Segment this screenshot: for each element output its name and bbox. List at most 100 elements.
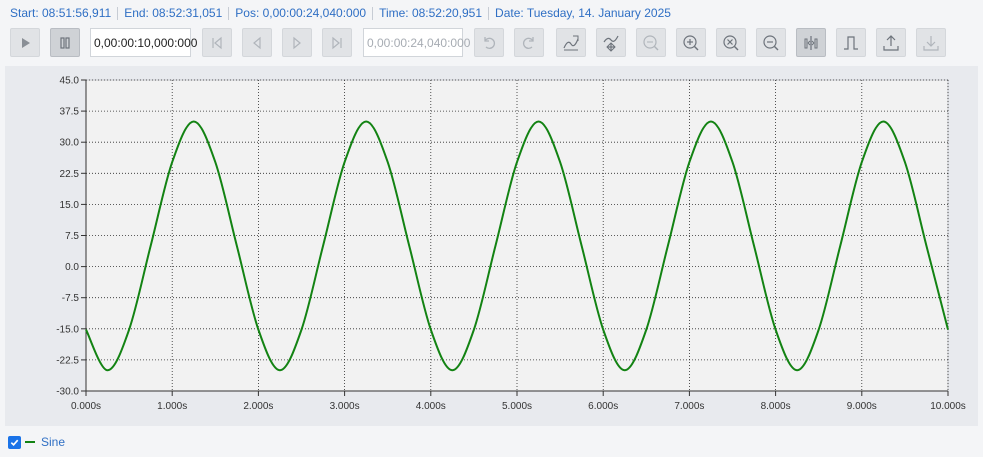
cursor-icon: [804, 35, 818, 50]
x-tick-label: 8.000s: [761, 401, 791, 412]
pause-button[interactable]: [50, 28, 80, 57]
x-tick-label: 4.000s: [416, 401, 446, 412]
play-button[interactable]: [10, 28, 40, 57]
data-point: [279, 370, 280, 371]
data-point: [495, 245, 496, 246]
data-point: [797, 370, 798, 371]
position-input[interactable]: 0,00:00:24,040:000: [363, 28, 470, 57]
y-tick-label: 15.0: [60, 200, 80, 211]
y-tick-label: -22.5: [56, 355, 79, 366]
data-point: [732, 162, 733, 163]
data-point: [516, 162, 517, 163]
y-tick-label: -15.0: [56, 324, 79, 335]
data-point: [387, 162, 388, 163]
series-swatch: [25, 441, 35, 443]
skip-to-start-button[interactable]: [202, 28, 232, 57]
data-point: [366, 121, 367, 122]
data-point: [947, 329, 948, 330]
skip-to-end-button[interactable]: [322, 28, 352, 57]
position-readout: Pos: 0,00:00:24,040:000: [235, 6, 367, 20]
undo-button[interactable]: [474, 28, 504, 57]
date-readout: Date: Tuesday, 14. January 2025: [495, 6, 671, 20]
end-time: End: 08:52:31,051: [124, 6, 223, 20]
scroll-mode-button[interactable]: [556, 28, 586, 57]
zoom-horizontal-icon: [643, 34, 659, 50]
start-time: Start: 08:51:56,911: [10, 6, 112, 20]
data-point: [581, 245, 582, 246]
data-point: [193, 121, 194, 122]
series-visibility-checkbox[interactable]: [8, 435, 21, 449]
skip-start-icon: [212, 36, 222, 49]
x-tick-label: 5.000s: [502, 401, 532, 412]
x-tick-label: 10.000s: [930, 401, 966, 412]
step-back-button[interactable]: [242, 28, 272, 57]
data-point: [753, 245, 754, 246]
chart[interactable]: 45.0 37.5 30.0 22.5 15.0 7.5 0.0 -7.5 -15.0 -22.5…: [5, 66, 978, 426]
redo-icon: [523, 36, 534, 49]
scroll-chart-icon: [563, 35, 579, 50]
skip-end-icon: [332, 36, 342, 49]
chart-panel[interactable]: 45.0 37.5 30.0 22.5 15.0 7.5 0.0 -7.5 -15.0 -22.5…: [5, 66, 978, 426]
pan-mode-button[interactable]: [596, 28, 626, 57]
data-point: [344, 162, 345, 163]
data-point: [861, 162, 862, 163]
undo-icon: [484, 36, 495, 49]
y-tick-label: 0.0: [65, 262, 79, 273]
y-tick-label: 7.5: [65, 231, 79, 242]
data-point: [322, 245, 323, 246]
data-point: [775, 329, 776, 330]
data-point: [689, 162, 690, 163]
zoom-horizontal-button[interactable]: [636, 28, 666, 57]
x-tick-label: 7.000s: [674, 401, 704, 412]
data-point: [85, 329, 86, 330]
data-point: [818, 329, 819, 330]
step-forward-button[interactable]: [282, 28, 312, 57]
cursor-button[interactable]: [796, 28, 826, 57]
zoom-in-icon: [683, 34, 699, 50]
data-point: [624, 370, 625, 371]
y-tick-label: -30.0: [56, 387, 79, 398]
data-point: [215, 162, 216, 163]
data-point: [473, 329, 474, 330]
data-point: [172, 162, 173, 163]
data-point: [926, 245, 927, 246]
data-point: [236, 245, 237, 246]
zoom-reset-button[interactable]: [716, 28, 746, 57]
download-icon: [923, 35, 939, 51]
interval-input[interactable]: 0,00:00:10,000:000: [90, 28, 197, 57]
data-point: [883, 121, 884, 122]
play-icon: [22, 37, 30, 48]
data-point: [129, 329, 130, 330]
y-tick-label: -7.5: [62, 293, 80, 304]
data-point: [560, 162, 561, 163]
x-tick-label: 2.000s: [243, 401, 273, 412]
x-tick-label: 1.000s: [157, 401, 187, 412]
pan-icon: [603, 35, 619, 52]
data-point: [646, 329, 647, 330]
redo-button[interactable]: [514, 28, 544, 57]
pause-icon: [60, 36, 70, 49]
zoom-out-button[interactable]: [756, 28, 786, 57]
data-point: [667, 245, 668, 246]
upload-icon: [883, 34, 899, 51]
step-mode-button[interactable]: [836, 28, 866, 57]
export-button[interactable]: [876, 28, 906, 57]
data-point: [107, 370, 108, 371]
zoom-reset-icon: [723, 34, 739, 50]
step-signal-icon: [844, 35, 858, 50]
zoom-in-button[interactable]: [676, 28, 706, 57]
data-point: [710, 121, 711, 122]
data-point: [840, 245, 841, 246]
data-point: [409, 245, 410, 246]
y-tick-label: 37.5: [60, 107, 80, 118]
x-tick-label: 3.000s: [330, 401, 360, 412]
checkmark-icon: [10, 439, 19, 446]
zoom-out-icon: [763, 34, 779, 50]
toolbar: 0,00:00:10,000:000 0,00:00:24,040:000: [0, 26, 983, 58]
data-point: [538, 121, 539, 122]
data-point: [258, 329, 259, 330]
import-button[interactable]: [916, 28, 946, 57]
data-point: [603, 329, 604, 330]
legend-label-sine[interactable]: Sine: [41, 435, 65, 449]
x-tick-label: 6.000s: [588, 401, 618, 412]
